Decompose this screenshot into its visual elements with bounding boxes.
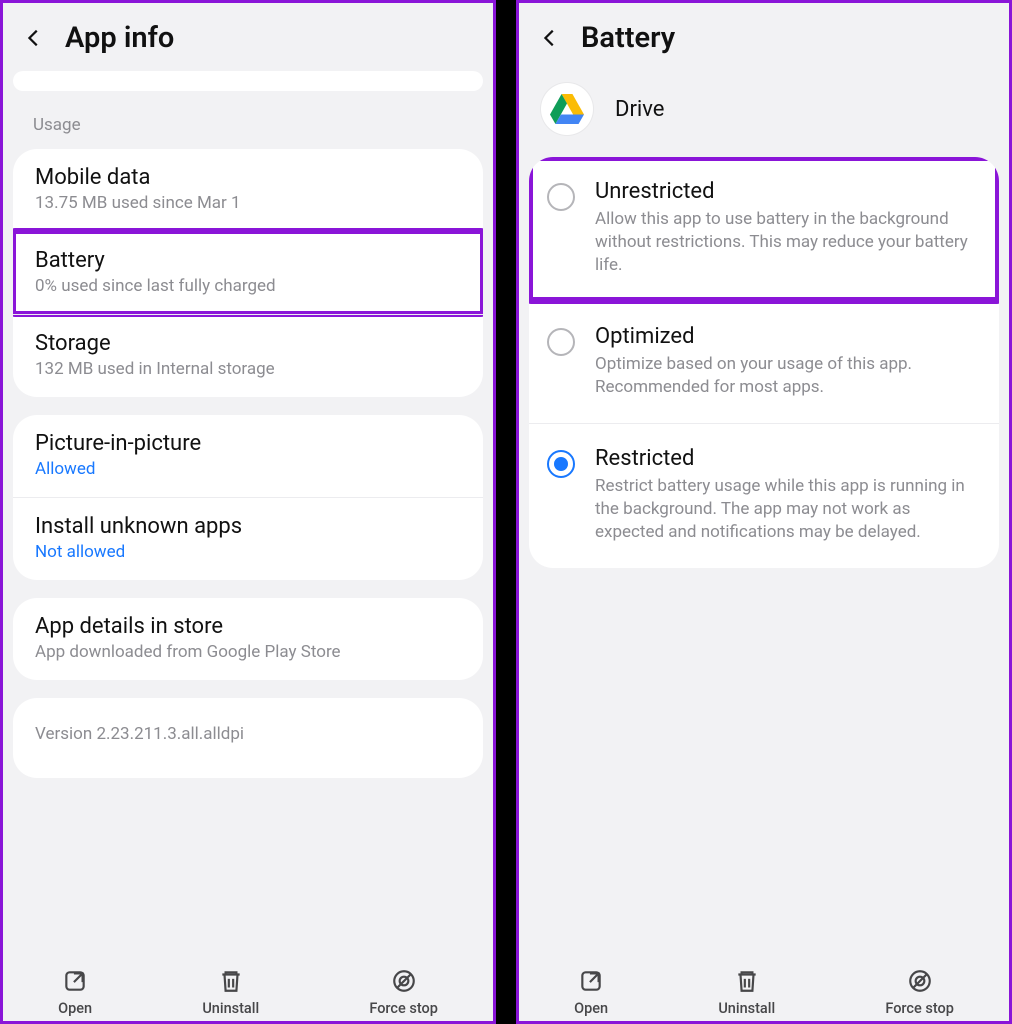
section-label-usage: Usage [13, 107, 483, 149]
action-bar: Open Uninstall Force stop [3, 956, 493, 1021]
row-sub: Not allowed [35, 542, 461, 562]
option-title: Restricted [595, 446, 977, 471]
option-title: Unrestricted [595, 179, 977, 204]
row-title: Storage [35, 331, 461, 356]
open-icon [578, 968, 604, 994]
option-desc: Allow this app to use battery in the bac… [595, 208, 977, 277]
open-button[interactable]: Open [574, 968, 608, 1017]
action-label: Open [574, 1000, 608, 1017]
row-title: Mobile data [35, 165, 461, 190]
option-unrestricted[interactable]: Unrestricted Allow this app to use batte… [529, 157, 999, 301]
row-sub: 13.75 MB used since Mar 1 [35, 193, 461, 213]
row-title: Battery [35, 248, 461, 273]
action-bar: Open Uninstall Force stop [519, 956, 1009, 1021]
row-mobile-data[interactable]: Mobile data 13.75 MB used since Mar 1 [13, 149, 483, 231]
open-button[interactable]: Open [58, 968, 92, 1017]
version-label: Version 2.23.211.3.all.alldpi [13, 698, 483, 778]
card-previous-section [13, 71, 483, 91]
row-sub: Allowed [35, 459, 461, 479]
radio-optimized[interactable] [547, 328, 575, 356]
option-optimized[interactable]: Optimized Optimize based on your usage o… [529, 301, 999, 423]
option-desc: Restrict battery usage while this app is… [595, 475, 977, 544]
scroll-area[interactable]: Usage Mobile data 13.75 MB used since Ma… [3, 71, 493, 956]
app-info-screen: App info Usage Mobile data 13.75 MB used… [0, 0, 496, 1024]
battery-options-card: Unrestricted Allow this app to use batte… [529, 157, 999, 568]
action-label: Uninstall [202, 1000, 259, 1017]
option-restricted[interactable]: Restricted Restrict battery usage while … [529, 423, 999, 568]
uninstall-button[interactable]: Uninstall [202, 968, 259, 1017]
page-title: Battery [581, 21, 675, 55]
action-label: Open [58, 1000, 92, 1017]
row-sub: 132 MB used in Internal storage [35, 359, 461, 379]
back-icon[interactable] [539, 27, 561, 49]
row-title: App details in store [35, 614, 461, 639]
row-install-unknown-apps[interactable]: Install unknown apps Not allowed [13, 497, 483, 580]
action-label: Force stop [369, 1000, 438, 1017]
drive-app-icon [541, 83, 593, 135]
row-title: Picture-in-picture [35, 431, 461, 456]
action-label: Force stop [885, 1000, 954, 1017]
radio-unrestricted[interactable] [547, 183, 575, 211]
battery-screen: Battery Drive Unrestricted Allow this ap… [516, 0, 1012, 1024]
option-title: Optimized [595, 324, 977, 349]
row-picture-in-picture[interactable]: Picture-in-picture Allowed [13, 415, 483, 497]
usage-card: Mobile data 13.75 MB used since Mar 1 Ba… [13, 149, 483, 397]
action-label: Uninstall [718, 1000, 775, 1017]
back-icon[interactable] [23, 27, 45, 49]
trash-icon [734, 968, 760, 994]
row-title: Install unknown apps [35, 514, 461, 539]
screenshot-divider [496, 0, 516, 1024]
radio-restricted[interactable] [547, 450, 575, 478]
trash-icon [218, 968, 244, 994]
app-name: Drive [615, 97, 664, 122]
force-stop-button[interactable]: Force stop [369, 968, 438, 1017]
row-sub: App downloaded from Google Play Store [35, 642, 461, 662]
row-battery[interactable]: Battery 0% used since last fully charged [13, 231, 483, 314]
row-storage[interactable]: Storage 132 MB used in Internal storage [13, 314, 483, 397]
header: App info [3, 3, 493, 71]
option-desc: Optimize based on your usage of this app… [595, 353, 977, 399]
stop-icon [391, 968, 417, 994]
uninstall-button[interactable]: Uninstall [718, 968, 775, 1017]
row-sub: 0% used since last fully charged [35, 276, 461, 296]
store-card: App details in store App downloaded from… [13, 598, 483, 680]
open-icon [62, 968, 88, 994]
row-app-details-in-store[interactable]: App details in store App downloaded from… [13, 598, 483, 680]
page-title: App info [65, 21, 174, 55]
stop-icon [907, 968, 933, 994]
advanced-card: Picture-in-picture Allowed Install unkno… [13, 415, 483, 580]
app-row: Drive [519, 71, 1009, 157]
force-stop-button[interactable]: Force stop [885, 968, 954, 1017]
header: Battery [519, 3, 1009, 71]
